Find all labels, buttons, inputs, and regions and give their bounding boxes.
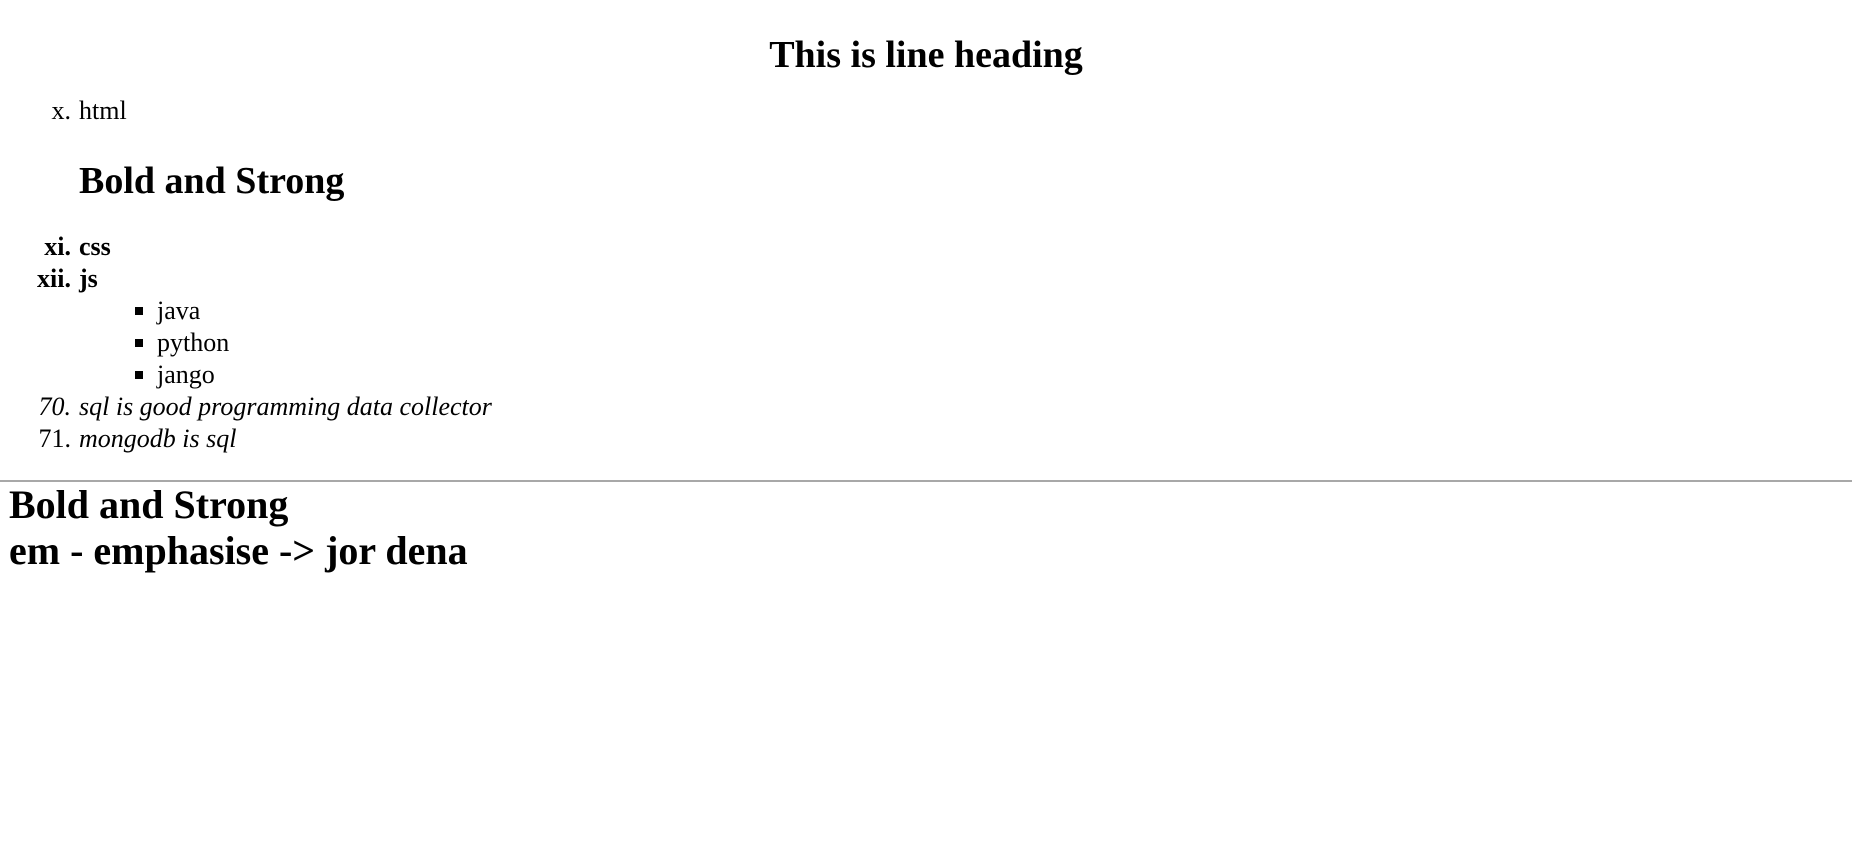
- nested-item-text: jango: [157, 360, 215, 389]
- list-item-js: xii. js: [9, 263, 1843, 295]
- nested-unordered-list: java python jango: [9, 295, 1843, 391]
- list-marker: 70.: [38, 392, 72, 421]
- square-bullet-icon: [135, 307, 143, 315]
- list-marker: 71.: [38, 424, 72, 453]
- nested-item-text: java: [157, 296, 201, 325]
- page-title: This is line heading: [769, 34, 1083, 76]
- square-bullet-icon: [135, 371, 143, 379]
- ordered-list: x. html Bold and Strong xi. css xii. js …: [9, 95, 1843, 455]
- list-marker: x.: [51, 96, 72, 125]
- list-item-text: css: [79, 232, 111, 261]
- list-item-text: mongodb is sql: [79, 424, 237, 453]
- list-marker: xii.: [37, 264, 71, 293]
- list-item-mongodb: 71. mongodb is sql: [9, 423, 1843, 455]
- bold-strong-heading: Bold and Strong: [9, 482, 289, 527]
- nested-item-python: python: [119, 327, 1843, 359]
- nested-item-jango: jango: [119, 359, 1843, 391]
- bottom-section: Bold and Strong em - emphasise -> jor de…: [0, 482, 1852, 574]
- page: This is line heading x. html Bold and St…: [0, 0, 1852, 455]
- list-marker: xi.: [44, 232, 71, 261]
- list-item-sql: 70. sql is good programming data collect…: [9, 391, 1843, 423]
- list-item-html: x. html: [9, 95, 1843, 127]
- nested-item-java: java: [119, 295, 1843, 327]
- square-bullet-icon: [135, 339, 143, 347]
- list-item-text: html: [79, 96, 127, 125]
- emphasise-heading: em - emphasise -> jor dena: [9, 528, 468, 573]
- nested-item-text: python: [157, 328, 230, 357]
- list-item-text: js: [79, 264, 98, 293]
- inline-heading: Bold and Strong: [79, 160, 345, 202]
- list-item-text: sql is good programming data collector: [79, 392, 492, 421]
- list-item-css: xi. css: [9, 231, 1843, 263]
